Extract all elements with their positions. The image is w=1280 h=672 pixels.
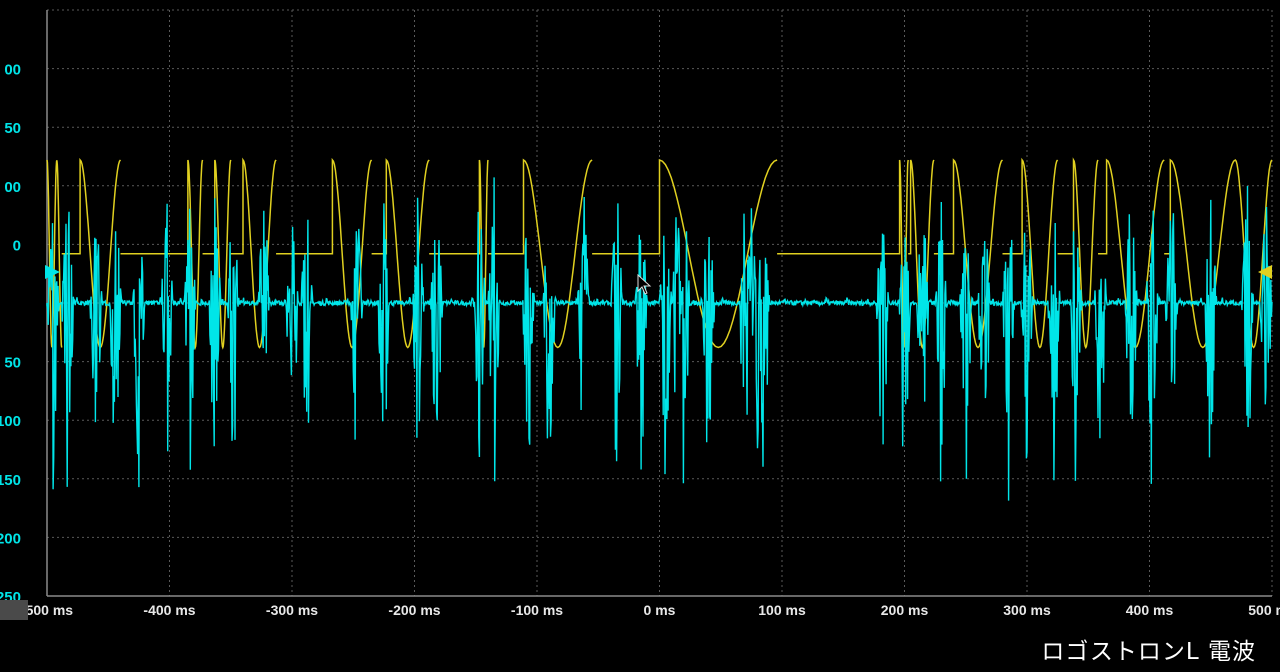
corner-button[interactable]: [0, 600, 28, 620]
y-tick-label: 200: [0, 530, 21, 547]
oscilloscope-display: 005000050100150200250 -500 ms -400 ms -300…: [0, 0, 1280, 632]
y-tick-label: 0: [13, 237, 21, 254]
y-tick-label: 100: [0, 413, 21, 430]
y-tick-label: 00: [4, 62, 21, 79]
x-tick-label: 500 ms: [1248, 602, 1280, 618]
x-tick-label: -400 ms: [143, 602, 195, 618]
x-tick-label: -500 ms: [21, 602, 73, 618]
x-tick-label: -200 ms: [388, 602, 440, 618]
x-tick-label: 100 ms: [758, 602, 806, 618]
x-tick-label: 200 ms: [881, 602, 929, 618]
x-tick-label: -100 ms: [511, 602, 563, 618]
x-tick-label: 0 ms: [644, 602, 676, 618]
y-tick-label: 00: [4, 179, 21, 196]
y-tick-label: 50: [4, 355, 21, 372]
x-tick-label: 400 ms: [1126, 602, 1174, 618]
x-tick-label: -300 ms: [266, 602, 318, 618]
y-tick-label: 150: [0, 472, 21, 489]
caption: ロゴストロンL 電波: [1041, 639, 1256, 665]
y-tick-label: 50: [4, 120, 21, 137]
x-tick-label: 300 ms: [1003, 602, 1051, 618]
